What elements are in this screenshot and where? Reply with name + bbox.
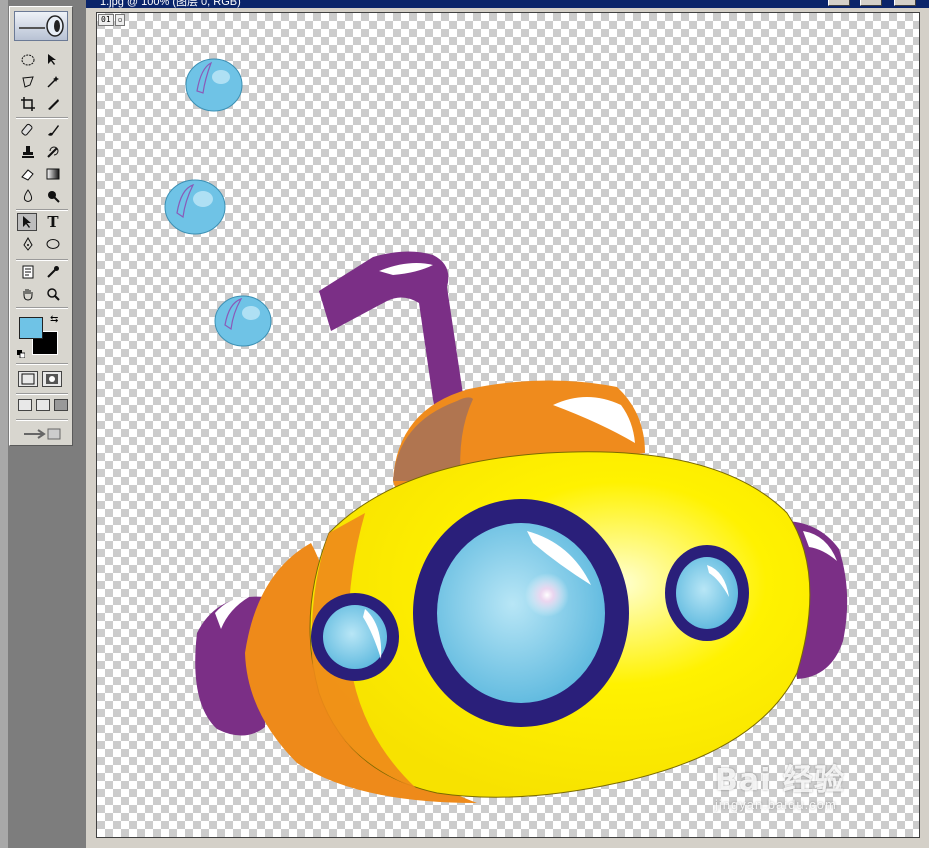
history-brush-icon[interactable] [43,143,63,161]
toolbox-separator [16,393,68,395]
image-canvas[interactable]: 01 ▫ Bai 经验 jingyan.baidu.com [96,12,920,838]
porthole-center [413,499,629,727]
pen-icon[interactable] [18,235,38,253]
clone-stamp-icon[interactable] [18,143,38,161]
screen-mode-standard-icon[interactable] [18,399,32,411]
toolbox-separator [16,117,68,119]
toolbox-separator [16,259,68,261]
type-icon[interactable]: T [43,213,63,231]
bubble [185,58,243,112]
porthole-right [665,545,749,641]
toolbox-separator [16,419,68,421]
move-icon[interactable] [43,51,63,69]
document-window[interactable]: 1.jpg @ 100% (图层 0, RGB) 01 ▫ Bai 经验 jin… [86,0,929,848]
document-titlebar[interactable]: 1.jpg @ 100% (图层 0, RGB) [86,0,929,8]
hand-icon[interactable] [18,285,38,303]
crop-icon[interactable] [18,95,38,113]
toolbox-separator [16,363,68,365]
default-colors-icon[interactable] [17,345,26,359]
document-title: 1.jpg @ 100% (图层 0, RGB) [100,0,241,8]
path-select-icon[interactable] [17,213,37,231]
quick-mask-icon[interactable] [42,371,62,387]
healing-brush-icon[interactable] [18,121,38,139]
lasso-icon[interactable] [18,73,38,91]
marquee-icon[interactable] [18,51,38,69]
screen-mode-menubar-icon[interactable] [36,399,50,411]
magic-wand-icon[interactable] [43,73,63,91]
photoshop-eye-icon [19,15,64,37]
bubble [164,179,226,235]
notes-icon[interactable] [18,263,38,281]
toolbox-panel[interactable]: T ⇆ [9,6,73,446]
maximize-button[interactable] [860,0,882,6]
gradient-icon[interactable] [43,165,63,183]
watermark-brand: Bai 经验 [715,763,845,798]
eyedropper-icon[interactable] [43,263,63,281]
dodge-icon[interactable] [43,187,63,205]
jump-to-imageready-icon[interactable] [20,425,64,443]
watermark-url: jingyan.baidu.com [715,797,837,812]
swap-colors-icon[interactable]: ⇆ [50,314,58,325]
close-button[interactable] [894,0,916,6]
standard-mode-icon[interactable] [18,371,38,387]
eraser-icon[interactable] [18,165,38,183]
watermark: Bai 经验 jingyan.baidu.com [715,755,845,812]
submarine-artwork [164,58,848,803]
brush-icon[interactable] [43,121,63,139]
toolbox-separator [16,307,68,309]
blur-icon[interactable] [18,187,38,205]
minimize-button[interactable] [828,0,850,6]
shape-icon[interactable] [43,235,63,253]
zoom-icon[interactable] [43,285,63,303]
screen-mode-full-icon[interactable] [54,399,68,411]
porthole-left [311,593,399,681]
workspace-edge [0,0,8,848]
bubble [214,295,272,347]
foreground-color-swatch[interactable] [19,317,43,339]
toolbox-separator [16,209,68,211]
slice-icon[interactable] [43,95,63,113]
toolbox-header-logo[interactable] [14,11,68,41]
